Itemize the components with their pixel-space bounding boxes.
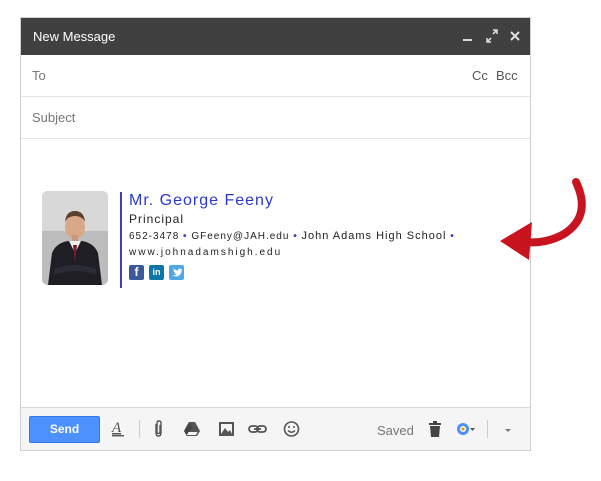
link-icon[interactable] <box>248 419 268 441</box>
signature-school: John Adams High School <box>301 230 447 242</box>
signature-divider <box>120 192 122 288</box>
subject-field[interactable]: Subject <box>21 97 530 139</box>
photo-icon[interactable] <box>218 419 236 441</box>
trash-icon[interactable] <box>428 419 442 441</box>
linkedin-icon[interactable]: in <box>149 265 164 280</box>
toolbar-separator <box>487 420 488 438</box>
facebook-icon[interactable]: f <box>129 265 144 280</box>
signature-contact: 652-3478 • GFeeny@JAH.edu • John Adams H… <box>129 230 455 242</box>
toolbar-separator <box>139 420 140 438</box>
bullet-separator: • <box>183 231 188 242</box>
to-field[interactable]: To Cc Bcc <box>21 55 530 97</box>
message-body[interactable]: Mr. George Feeny Principal 652-3478 • GF… <box>21 139 530 409</box>
send-button[interactable]: Send <box>29 416 100 443</box>
drive-icon[interactable] <box>183 419 201 441</box>
signature-phone: 652-3478 <box>129 231 180 242</box>
annotation-arrow-icon <box>496 176 596 266</box>
cc-link[interactable]: Cc <box>472 68 488 83</box>
signature-website[interactable]: www.johnadamshigh.edu <box>129 247 282 258</box>
signature-name: Mr. George Feeny <box>129 192 274 209</box>
subject-placeholder: Subject <box>32 110 76 125</box>
attach-icon[interactable] <box>152 419 164 441</box>
svg-text:A: A <box>111 420 122 436</box>
window-title: New Message <box>33 29 116 44</box>
format-text-icon[interactable]: A <box>111 419 125 441</box>
compose-titlebar[interactable]: New Message <box>21 18 530 55</box>
bullet-separator: • <box>293 231 298 242</box>
expand-icon[interactable] <box>485 26 499 52</box>
compose-toolbar: Send A Saved <box>21 407 530 450</box>
emoji-icon[interactable] <box>283 419 301 441</box>
bcc-link[interactable]: Bcc <box>496 68 518 83</box>
saved-status: Saved <box>377 423 414 438</box>
signature-title: Principal <box>129 212 185 226</box>
signature-email[interactable]: GFeeny@JAH.edu <box>191 231 289 242</box>
dropdown-arrow-icon[interactable] <box>503 419 513 441</box>
minimize-icon[interactable] <box>462 26 474 52</box>
signature-photo <box>42 191 108 285</box>
to-label: To <box>32 68 46 83</box>
compose-window: New Message To Cc Bcc Subject Mr. George… <box>20 17 531 451</box>
twitter-icon[interactable] <box>169 265 184 280</box>
close-icon[interactable] <box>509 26 521 52</box>
more-options-icon[interactable] <box>455 419 477 441</box>
bullet-separator: • <box>450 231 455 242</box>
